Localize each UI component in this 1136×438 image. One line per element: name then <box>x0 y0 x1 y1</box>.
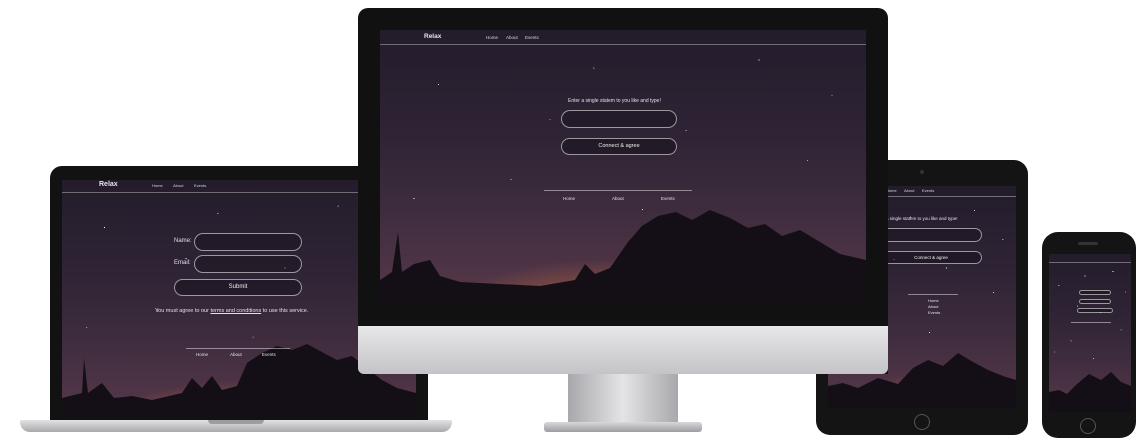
laptop-notch <box>208 420 264 424</box>
monitor-stand <box>568 374 678 426</box>
statement-input[interactable] <box>561 110 677 128</box>
tree-silhouette <box>1049 372 1131 412</box>
nav-home-link[interactable]: Home <box>152 183 163 188</box>
terms-notice: You must agree to our terms and conditio… <box>155 308 308 314</box>
footer-events-link[interactable]: Events <box>928 310 940 315</box>
monitor-stand-base <box>544 422 702 432</box>
connect-button-label: Connect & agree <box>598 143 640 149</box>
tree-silhouette <box>380 210 866 302</box>
footer-about-link[interactable]: About <box>928 304 938 309</box>
terms-link[interactable]: terms and conditions <box>210 308 261 314</box>
monitor-device: Relax Home About Events Enter a single s… <box>358 8 888 436</box>
footer-about-link[interactable]: About <box>230 352 242 357</box>
submit-button[interactable]: Submit <box>174 279 302 296</box>
submit-button[interactable] <box>1077 308 1113 313</box>
brand-logo[interactable]: Relax <box>424 33 441 40</box>
email-label: Email: <box>174 260 191 266</box>
connect-button[interactable]: Connect & agree <box>561 138 677 155</box>
brand-logo[interactable]: Relax <box>99 181 118 188</box>
tablet-camera <box>920 170 924 174</box>
monitor-chin <box>358 326 888 374</box>
terms-suffix: to use this service. <box>261 308 309 314</box>
tablet-home-button[interactable] <box>914 414 930 430</box>
monitor-navbar: Relax Home About Events <box>380 30 866 45</box>
name-input[interactable] <box>194 233 302 251</box>
footer-home-link[interactable]: Home <box>196 352 208 357</box>
email-input[interactable] <box>1079 299 1111 304</box>
footer-divider <box>544 190 692 191</box>
footer-home-link[interactable]: Home <box>563 196 575 201</box>
footer-divider <box>1071 322 1111 323</box>
nav-events-link[interactable]: Events <box>922 188 934 193</box>
footer-divider <box>186 348 290 349</box>
statement-input[interactable] <box>880 228 982 242</box>
connect-button[interactable]: Connect & agree <box>880 251 982 264</box>
nav-about-link[interactable]: About <box>506 35 518 40</box>
terms-prefix: You must agree to our <box>155 308 211 314</box>
phone-home-button[interactable] <box>1080 418 1096 434</box>
prompt-text: a single statem to you like and type! <box>886 216 958 221</box>
footer-about-link[interactable]: About <box>612 196 624 201</box>
footer-events-link[interactable]: Events <box>661 196 675 201</box>
connect-button-label: Connect & agree <box>914 255 948 260</box>
footer-events-link[interactable]: Events <box>262 352 276 357</box>
nav-about-link[interactable]: About <box>173 183 183 188</box>
monitor-screen: Relax Home About Events Enter a single s… <box>380 30 866 302</box>
phone-screen <box>1049 254 1131 412</box>
phone-device <box>1042 232 1136 438</box>
nav-events-link[interactable]: Events <box>194 183 206 188</box>
footer-home-link[interactable]: Home <box>928 298 939 303</box>
nav-about-link[interactable]: About <box>904 188 914 193</box>
email-input[interactable] <box>194 255 302 273</box>
nav-home-link[interactable]: Home <box>486 35 498 40</box>
phone-speaker <box>1078 242 1098 245</box>
nav-events-link[interactable]: Events <box>525 35 539 40</box>
submit-button-label: Submit <box>228 284 248 290</box>
prompt-text: Enter a single statem to you like and ty… <box>568 98 661 104</box>
phone-navbar <box>1049 254 1131 263</box>
footer-divider <box>908 294 958 295</box>
name-label: Name: <box>174 238 192 244</box>
name-input[interactable] <box>1079 290 1111 295</box>
